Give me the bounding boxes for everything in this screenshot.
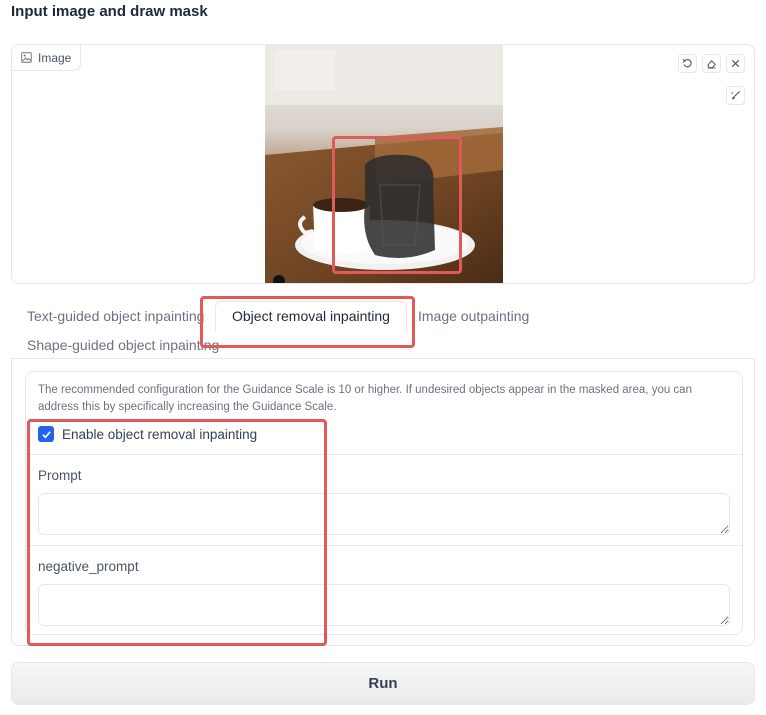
eraser-icon — [707, 59, 716, 69]
section-title: Input image and draw mask — [11, 3, 208, 20]
run-button[interactable]: Run — [11, 662, 755, 705]
close-icon — [731, 59, 740, 68]
tab-text-guided[interactable]: Text-guided object inpainting — [27, 308, 204, 324]
divider — [26, 545, 742, 546]
negative-prompt-label: negative_prompt — [38, 559, 139, 574]
tab-object-removal[interactable]: Object removal inpainting — [215, 301, 407, 332]
enable-object-removal-label: Enable object removal inpainting — [62, 426, 258, 442]
undo-icon — [682, 58, 692, 68]
object-removal-settings: The recommended configuration for the Gu… — [25, 371, 743, 635]
negative-prompt-input[interactable] — [38, 584, 730, 626]
prompt-input[interactable] — [38, 493, 730, 535]
undo-button[interactable] — [678, 54, 697, 73]
clear-button[interactable] — [726, 54, 745, 73]
coffee-photo — [265, 45, 503, 283]
divider — [26, 454, 742, 455]
enable-object-removal-row[interactable]: Enable object removal inpainting — [38, 426, 257, 442]
guidance-hint: The recommended configuration for the Gu… — [38, 384, 692, 413]
brush-button[interactable] — [726, 86, 745, 105]
tab-shape-guided[interactable]: Shape-guided object inpainting — [27, 337, 219, 353]
tab-image-outpainting[interactable]: Image outpainting — [418, 308, 529, 324]
image-label-text: Image — [38, 50, 72, 65]
image-editor[interactable]: Image — [11, 44, 755, 284]
erase-button[interactable] — [702, 54, 721, 73]
image-label-badge: Image — [12, 45, 82, 71]
prompt-label: Prompt — [38, 468, 82, 483]
object-removal-panel: The recommended configuration for the Gu… — [11, 358, 755, 646]
image-icon — [21, 52, 32, 63]
input-image-canvas[interactable] — [265, 45, 503, 283]
brush-icon — [731, 90, 741, 100]
check-icon — [41, 430, 51, 438]
enable-object-removal-checkbox[interactable] — [38, 426, 54, 442]
